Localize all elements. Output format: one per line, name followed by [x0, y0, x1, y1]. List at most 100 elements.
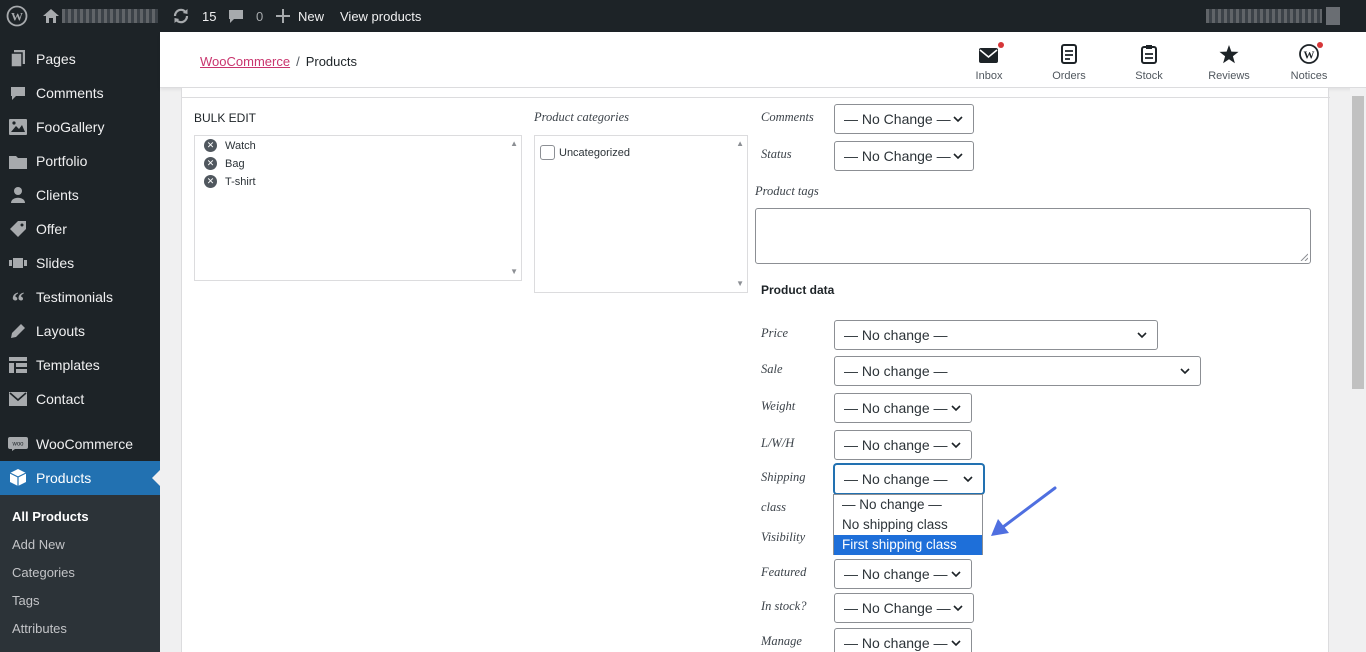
sidebar-item-comments[interactable]: Comments [0, 76, 160, 110]
sidebar-item-layouts[interactable]: Layouts [0, 314, 160, 348]
annotation-arrow-icon [991, 486, 1057, 536]
submenu-categories[interactable]: Categories [12, 565, 75, 580]
submenu-attributes[interactable]: Attributes [12, 621, 67, 636]
shipping-class-select[interactable]: — No change — [834, 464, 984, 494]
price-value: — No change — [844, 327, 948, 343]
chevron-down-icon [1137, 332, 1147, 339]
tag-icon [0, 220, 36, 238]
product-categories-list[interactable]: ▲ ▼ Uncategorized [534, 135, 748, 293]
header-reviews-button[interactable]: Reviews [1199, 42, 1259, 82]
product-data-title: Product data [761, 283, 835, 297]
featured-select[interactable]: — No change — [834, 559, 972, 589]
quote-icon: “ [11, 287, 25, 316]
breadcrumb-current: Products [305, 54, 357, 69]
new-button[interactable]: New [276, 0, 324, 32]
svg-text:W: W [1304, 50, 1315, 62]
remove-icon[interactable]: ✕ [204, 157, 217, 170]
slides-icon [0, 257, 36, 269]
user-account[interactable] [1206, 0, 1340, 32]
sidebar-item-woocommerce[interactable]: woo WooCommerce [0, 427, 160, 461]
in-stock-select[interactable]: — No Change — [834, 593, 974, 623]
chevron-down-icon [951, 640, 961, 647]
sidebar-item-label: FooGallery [36, 119, 105, 135]
page-scrollbar[interactable] [1350, 88, 1366, 652]
updates-button[interactable]: 15 [172, 0, 216, 32]
bulk-edit-items-list[interactable]: ▲ ▼ ✕ Watch ✕ Bag ✕ T-shirt [194, 135, 522, 281]
breadcrumb-woocommerce-link[interactable]: WooCommerce [200, 54, 290, 69]
notices-label: Notices [1290, 70, 1328, 82]
comments-select[interactable]: — No Change — [834, 104, 974, 134]
new-label: New [298, 8, 325, 24]
sale-value: — No change — [844, 363, 948, 379]
bulk-item-label: Watch [225, 139, 256, 152]
home-icon[interactable] [42, 0, 60, 32]
scroll-up-icon[interactable]: ▲ [736, 139, 744, 148]
weight-value: — No change — [844, 400, 948, 416]
sale-select[interactable]: — No change — [834, 356, 1201, 386]
shipping-option-no-shipping-class[interactable]: No shipping class [834, 515, 982, 535]
chevron-down-icon [953, 605, 963, 612]
header-stock-button[interactable]: Stock [1119, 42, 1179, 82]
submenu-add-new[interactable]: Add New [12, 537, 65, 552]
remove-icon[interactable]: ✕ [204, 175, 217, 188]
scroll-up-icon[interactable]: ▲ [510, 139, 518, 148]
comments-icon [0, 86, 36, 101]
view-products-label: View products [340, 8, 422, 24]
sale-label: Sale [761, 362, 783, 376]
shipping-option-first-shipping-class[interactable]: First shipping class [834, 535, 982, 555]
product-categories-label: Product categories [534, 110, 630, 124]
sidebar-item-pages[interactable]: Pages [0, 42, 160, 76]
weight-select[interactable]: — No change — [834, 393, 972, 423]
wordpress-logo-icon[interactable]: W [6, 0, 28, 32]
category-checkbox[interactable] [540, 145, 555, 160]
bulk-item: ✕ Watch [204, 139, 256, 152]
header-inbox-button[interactable]: Inbox [959, 42, 1019, 82]
bulk-item: ✕ Bag [204, 157, 245, 170]
header-orders-button[interactable]: Orders [1039, 42, 1099, 82]
shipping-option-no-change[interactable]: — No change — [834, 495, 982, 515]
lwh-select[interactable]: — No change — [834, 430, 972, 460]
sidebar-item-testimonials[interactable]: “ Testimonials [0, 280, 160, 316]
lwh-label: L/W/H [761, 436, 795, 450]
updates-icon [172, 7, 190, 25]
sidebar-item-label: Portfolio [36, 153, 88, 169]
sidebar-item-products[interactable]: Products [0, 461, 160, 495]
inbox-label: Inbox [975, 70, 1003, 82]
sidebar-item-contact[interactable]: Contact [0, 382, 160, 416]
manage-stock-select[interactable]: — No change — [834, 628, 972, 652]
manage-stock-label: Manage [761, 634, 802, 648]
sidebar-item-foogallery[interactable]: FooGallery [0, 110, 160, 144]
site-name[interactable] [62, 0, 158, 32]
comments-button[interactable]: 0 [228, 0, 263, 32]
avatar [1326, 7, 1340, 25]
sidebar-item-templates[interactable]: Templates [0, 348, 160, 382]
status-select[interactable]: — No Change — [834, 141, 974, 171]
in-stock-value: — No Change — [844, 600, 951, 616]
scroll-down-icon[interactable]: ▼ [736, 279, 744, 288]
price-select[interactable]: — No change — [834, 320, 1158, 350]
sidebar-item-slides[interactable]: Slides [0, 246, 160, 280]
featured-value: — No change — [844, 566, 948, 582]
chevron-down-icon [951, 405, 961, 412]
view-products-link[interactable]: View products [340, 0, 421, 32]
sidebar-item-clients[interactable]: Clients [0, 178, 160, 212]
sidebar-item-portfolio[interactable]: Portfolio [0, 144, 160, 178]
updates-count: 15 [202, 8, 217, 24]
sidebar-item-offer[interactable]: Offer [0, 212, 160, 246]
category-item: Uncategorized [540, 145, 630, 160]
sidebar-item-label: Pages [36, 51, 76, 67]
remove-icon[interactable]: ✕ [204, 139, 217, 152]
sidebar-item-label: Comments [36, 85, 104, 101]
submenu-tags[interactable]: Tags [12, 593, 39, 608]
submenu-all-products[interactable]: All Products [12, 509, 89, 524]
pen-icon [0, 323, 36, 339]
scrollbar-thumb[interactable] [1352, 96, 1364, 389]
header-notices-button[interactable]: W Notices [1279, 42, 1339, 82]
resize-handle-icon[interactable] [1300, 253, 1308, 261]
bulk-edit-title: BULK EDIT [194, 111, 257, 125]
scroll-down-icon[interactable]: ▼ [510, 267, 518, 276]
woocommerce-header: WooCommerce / Products Inbox Orders Stock … [160, 32, 1366, 88]
svg-text:woo: woo [11, 442, 24, 448]
woo-icon: woo [0, 437, 36, 451]
product-tags-textarea[interactable] [755, 208, 1311, 264]
